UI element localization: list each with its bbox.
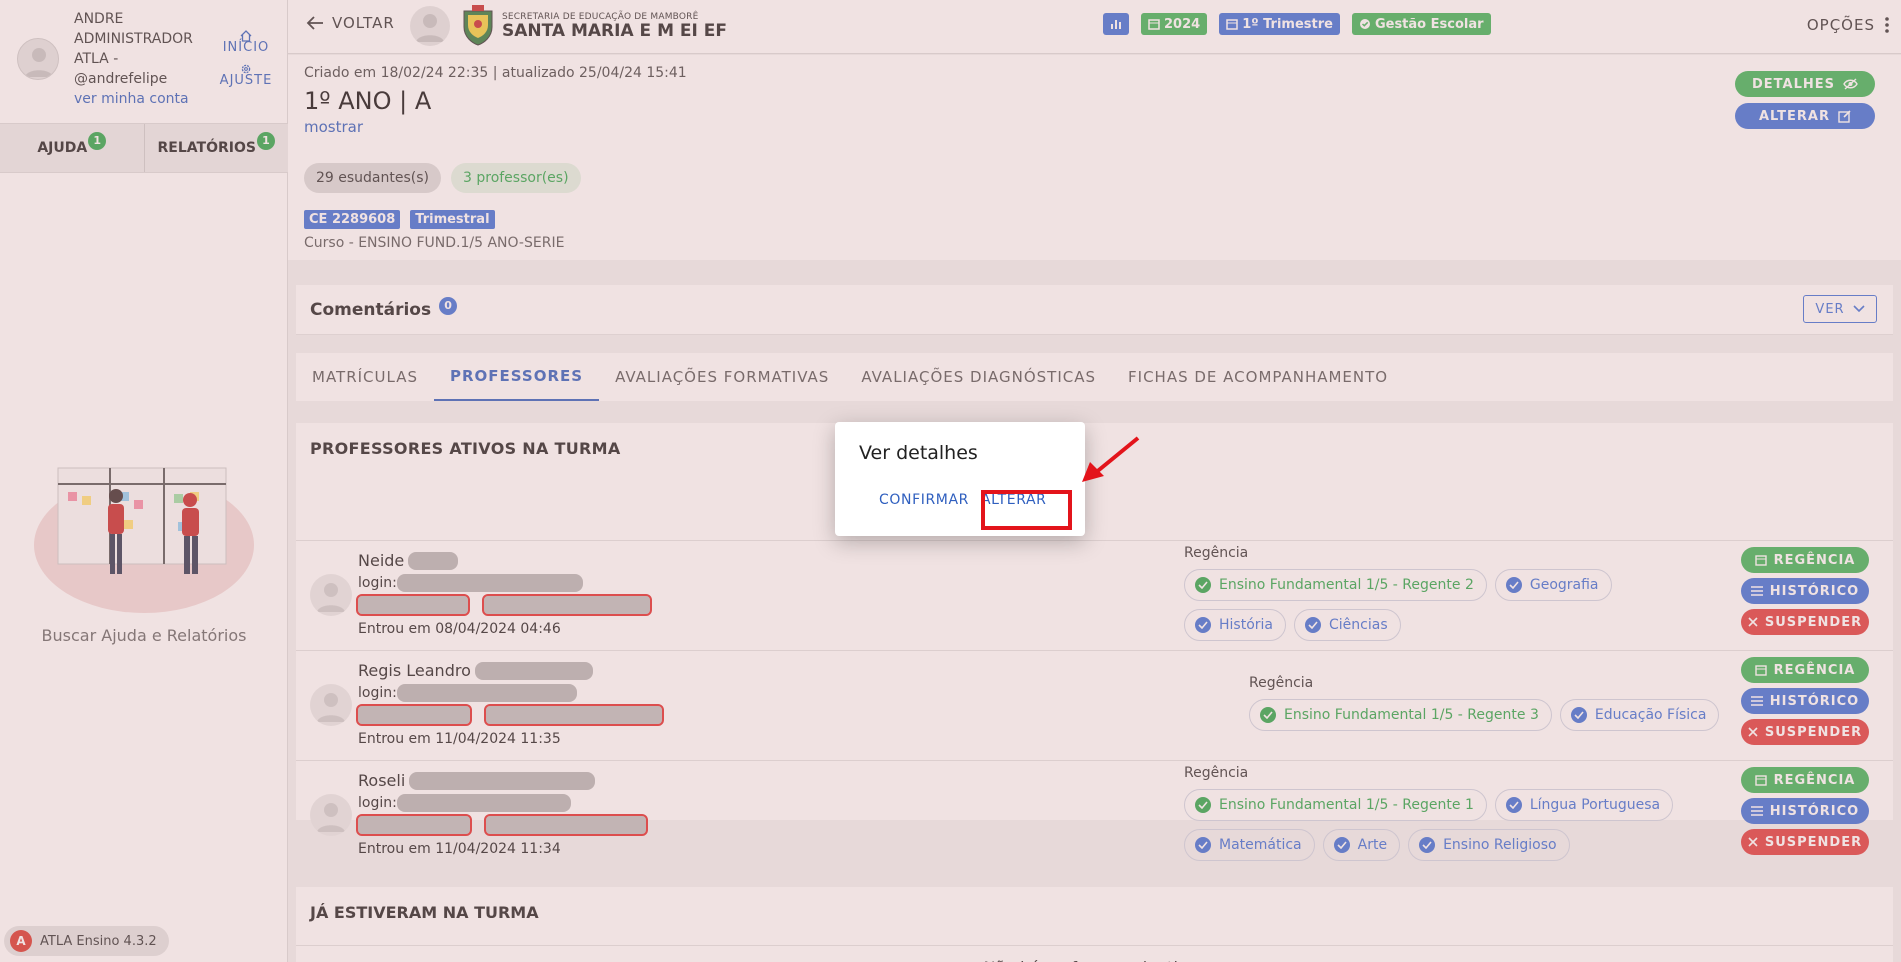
highlight-box [981,490,1072,530]
dialog-title: Ver detalhes [859,442,978,464]
annotation-arrow-icon [1082,436,1140,482]
confirm-button[interactable]: CONFIRMAR [879,492,969,508]
